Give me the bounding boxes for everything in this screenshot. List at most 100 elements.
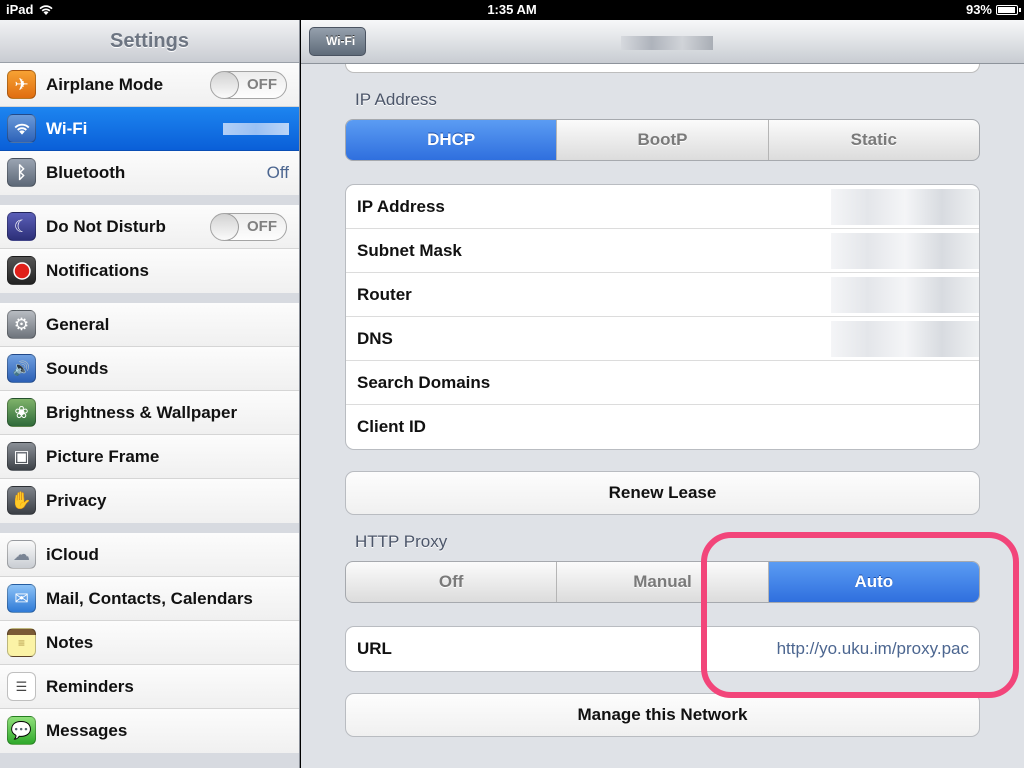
picture-frame-icon: ▣ xyxy=(7,442,36,471)
bluetooth-icon: ᛒ xyxy=(7,158,36,187)
sidebar-item-label: General xyxy=(46,315,110,334)
sidebar-item-bluetooth[interactable]: ᛒ Bluetooth Off xyxy=(0,151,299,195)
network-title-redacted xyxy=(621,36,713,50)
row-label: Subnet Mask xyxy=(357,241,462,260)
sidebar-item-messages[interactable]: 💬 Messages xyxy=(0,709,299,753)
messages-icon: 💬 xyxy=(7,716,36,745)
annotation-highlight xyxy=(701,532,1019,698)
sidebar-item-picture-frame[interactable]: ▣ Picture Frame xyxy=(0,435,299,479)
back-button-label: Wi-Fi xyxy=(326,34,356,48)
table-row-subnet-mask: Subnet Mask xyxy=(346,229,979,273)
bluetooth-status: Off xyxy=(266,163,289,182)
mail-icon: ✉ xyxy=(7,584,36,613)
sidebar-item-brightness-wallpaper[interactable]: ❀ Brightness & Wallpaper xyxy=(0,391,299,435)
sidebar-item-privacy[interactable]: ✋ Privacy xyxy=(0,479,299,523)
speaker-icon: 🔊 xyxy=(7,354,36,383)
sidebar-item-wifi[interactable]: Wi-Fi xyxy=(0,107,299,151)
sidebar-item-label: iCloud xyxy=(46,545,99,564)
renew-lease-button[interactable]: Renew Lease xyxy=(345,471,980,515)
ip-details-table: IP Address Subnet Mask Router DNS Search… xyxy=(345,184,980,450)
value-redacted xyxy=(831,277,979,313)
battery-fill xyxy=(998,6,1015,13)
sidebar-group-notifications: ☾ Do Not Disturb OFF Notifications xyxy=(0,205,299,293)
sidebar-item-label: Wi-Fi xyxy=(46,119,88,138)
status-time: 1:35 AM xyxy=(487,2,537,17)
http-proxy-section-label: HTTP Proxy xyxy=(355,532,448,551)
row-label: URL xyxy=(357,639,392,658)
notes-icon: ≡ xyxy=(7,628,36,657)
ip-address-mode-control: DHCP BootP Static xyxy=(345,119,980,161)
row-label: Router xyxy=(357,285,412,304)
sidebar-item-label: Bluetooth xyxy=(46,163,126,182)
battery-percent: 93% xyxy=(965,2,992,17)
sidebar-item-icloud[interactable]: ☁ iCloud xyxy=(0,533,299,577)
sidebar-group-connectivity: ✈ Airplane Mode OFF Wi-Fi ᛒ Bluetooth Of… xyxy=(0,63,299,195)
sidebar-item-reminders[interactable]: ☰ Reminders xyxy=(0,665,299,709)
cloud-icon: ☁ xyxy=(7,540,36,569)
table-row-client-id[interactable]: Client ID xyxy=(346,405,979,449)
sidebar-item-label: Privacy xyxy=(46,491,107,510)
sidebar-item-label: Mail, Contacts, Calendars xyxy=(46,589,253,608)
sidebar-item-label: Airplane Mode xyxy=(46,75,164,94)
sidebar-item-mail[interactable]: ✉ Mail, Contacts, Calendars xyxy=(0,577,299,621)
table-row-router: Router xyxy=(346,273,979,317)
segment-dhcp[interactable]: DHCP xyxy=(346,120,558,160)
toggle-knob xyxy=(211,72,239,98)
moon-icon: ☾ xyxy=(7,212,36,241)
sidebar-item-label: Brightness & Wallpaper xyxy=(46,403,238,422)
sidebar-item-label: Sounds xyxy=(46,359,109,378)
sidebar-item-label: Reminders xyxy=(46,677,134,696)
row-label: IP Address xyxy=(357,197,445,216)
sidebar-item-general[interactable]: ⚙ General xyxy=(0,303,299,347)
http-proxy-mode-control: Off Manual Auto xyxy=(345,561,980,603)
toggle-state: OFF xyxy=(247,76,277,93)
sidebar-group-accounts: ☁ iCloud ✉ Mail, Contacts, Calendars ≡ N… xyxy=(0,533,299,753)
sidebar-item-sounds[interactable]: 🔊 Sounds xyxy=(0,347,299,391)
sidebar-item-notifications[interactable]: Notifications xyxy=(0,249,299,293)
row-label: Client ID xyxy=(357,417,426,436)
airplane-icon: ✈ xyxy=(7,70,36,99)
navigation-bar: Wi-Fi xyxy=(301,20,1024,64)
gear-icon: ⚙ xyxy=(7,310,36,339)
segment-auto[interactable]: Auto xyxy=(768,562,979,602)
sidebar-item-do-not-disturb[interactable]: ☾ Do Not Disturb OFF xyxy=(0,205,299,249)
proxy-url-field[interactable]: http://yo.uku.im/proxy.pac xyxy=(777,627,969,671)
sidebar-group-device: ⚙ General 🔊 Sounds ❀ Brightness & Wallpa… xyxy=(0,303,299,523)
row-label: Search Domains xyxy=(357,373,491,392)
battery-icon xyxy=(996,4,1021,15)
segment-bootp[interactable]: BootP xyxy=(557,120,769,160)
toggle-state: OFF xyxy=(247,218,277,235)
sidebar-item-notes[interactable]: ≡ Notes xyxy=(0,621,299,665)
value-redacted xyxy=(831,321,979,357)
table-row-dns: DNS xyxy=(346,317,979,361)
segment-static[interactable]: Static xyxy=(769,120,979,160)
airplane-mode-toggle[interactable]: OFF xyxy=(210,71,287,99)
row-label: DNS xyxy=(357,329,393,348)
sidebar-item-airplane-mode[interactable]: ✈ Airplane Mode OFF xyxy=(0,63,299,107)
sidebar-title: Settings xyxy=(0,20,299,63)
flower-icon: ❀ xyxy=(7,398,36,427)
table-row-search-domains: Search Domains xyxy=(346,361,979,405)
sidebar-item-label: Messages xyxy=(46,721,128,740)
network-name-redacted xyxy=(223,123,289,135)
wifi-icon xyxy=(7,114,36,143)
proxy-url-table: URL http://yo.uku.im/proxy.pac xyxy=(345,626,980,672)
table-row-ip-address: IP Address xyxy=(346,185,979,229)
status-bar: iPad 1:35 AM 93% xyxy=(0,0,1024,20)
value-redacted xyxy=(831,233,979,269)
wifi-network-detail: Wi-Fi IP Address DHCP BootP Static IP Ad… xyxy=(301,20,1024,768)
segment-manual[interactable]: Manual xyxy=(557,562,769,602)
settings-sidebar: Settings ✈ Airplane Mode OFF Wi-Fi ᛒ Blu… xyxy=(0,20,300,768)
sidebar-item-label: Notes xyxy=(46,633,94,652)
sidebar-item-label: Do Not Disturb xyxy=(46,217,166,236)
previous-group-bottom xyxy=(345,64,980,73)
hand-icon: ✋ xyxy=(7,486,36,515)
sidebar-item-label: Picture Frame xyxy=(46,447,160,466)
segment-off[interactable]: Off xyxy=(346,562,558,602)
back-button[interactable]: Wi-Fi xyxy=(309,27,367,56)
do-not-disturb-toggle[interactable]: OFF xyxy=(210,213,287,241)
table-row-url[interactable]: URL http://yo.uku.im/proxy.pac xyxy=(346,627,979,671)
ip-address-section-label: IP Address xyxy=(355,90,437,109)
manage-network-button[interactable]: Manage this Network xyxy=(345,693,980,737)
toggle-knob xyxy=(211,214,239,240)
